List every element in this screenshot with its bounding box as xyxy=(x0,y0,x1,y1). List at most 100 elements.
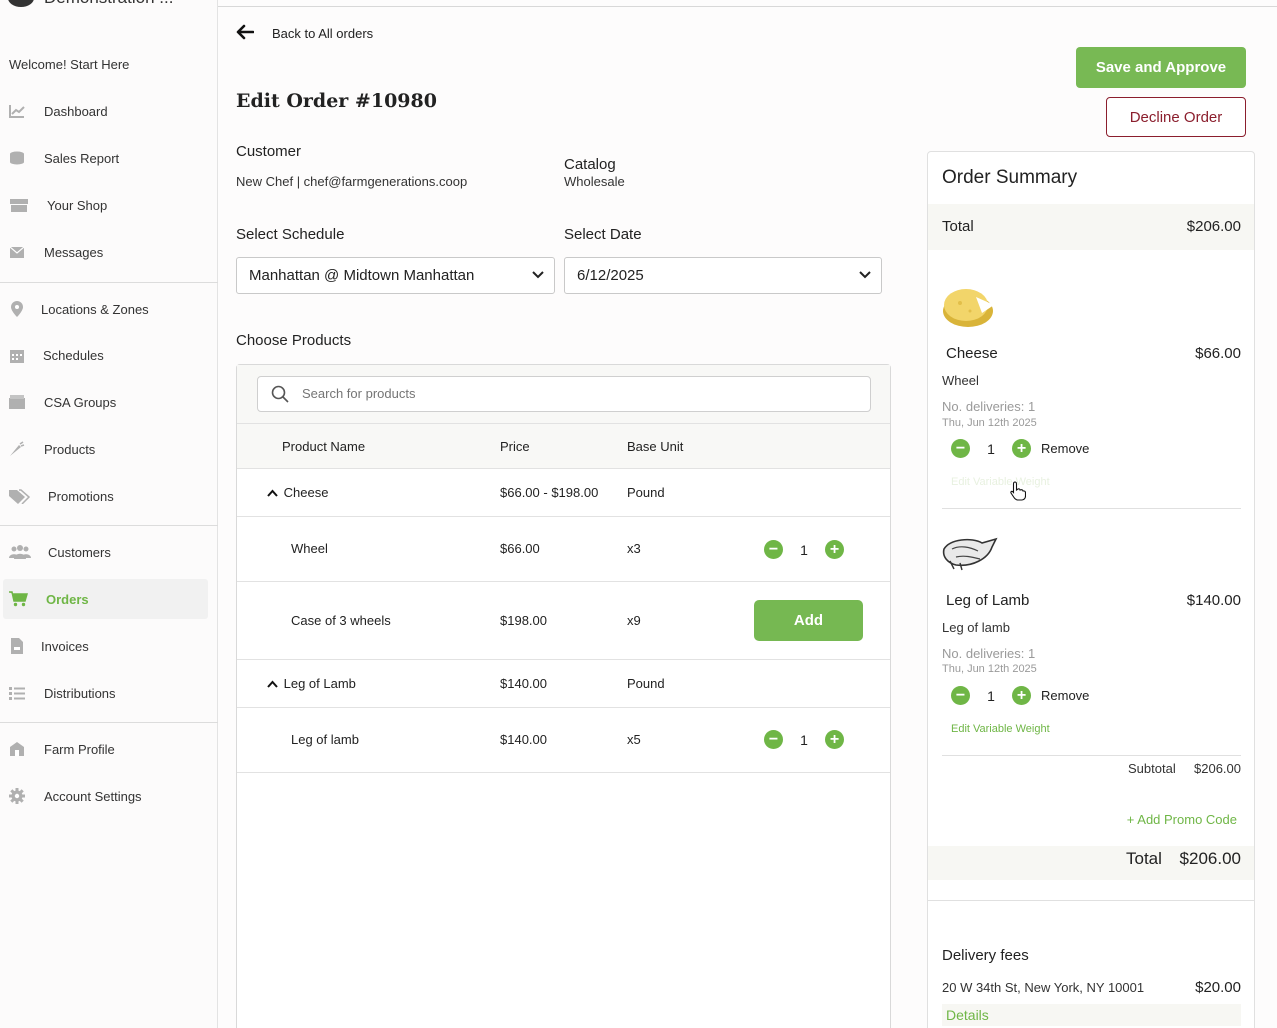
minus-icon[interactable]: − xyxy=(764,730,783,749)
app-root: Demonstration ... Welcome! Start Here Da… xyxy=(0,0,1277,1028)
decline-order-button[interactable]: Decline Order xyxy=(1106,97,1246,137)
column-header-base-unit: Base Unit xyxy=(627,439,684,454)
sidebar-item-csa-groups[interactable]: CSA Groups xyxy=(0,382,218,422)
order-summary: Order Summary Total $206.00 Cheese $66.0… xyxy=(927,151,1255,1028)
edit-variable-weight-link[interactable]: Edit Variable Weight xyxy=(951,723,1050,735)
calendar-icon xyxy=(9,347,25,363)
sidebar-divider xyxy=(0,282,218,283)
sidebar-item-promotions[interactable]: Promotions xyxy=(0,476,218,516)
welcome-link[interactable]: Welcome! Start Here xyxy=(9,57,129,72)
chevron-down-icon xyxy=(859,268,871,282)
quantity-value: 1 xyxy=(987,687,995,704)
date-select[interactable]: 6/12/2025 xyxy=(564,257,882,294)
sidebar-item-dashboard[interactable]: Dashboard xyxy=(0,91,218,131)
minus-icon[interactable]: − xyxy=(951,439,970,458)
order-summary-title: Order Summary xyxy=(942,167,1078,188)
schedule-label: Select Schedule xyxy=(236,226,345,243)
plus-icon[interactable]: + xyxy=(825,540,844,559)
cart-icon xyxy=(9,591,29,607)
product-group-row[interactable]: Leg of Lamb $140.00 Pound xyxy=(237,660,890,708)
list-icon xyxy=(9,685,25,701)
sidebar-item-distributions[interactable]: Distributions xyxy=(0,673,218,713)
quantity-value: 1 xyxy=(800,731,808,748)
sidebar-item-account-settings[interactable]: Account Settings xyxy=(0,776,218,816)
sidebar-item-label: Distributions xyxy=(44,685,116,701)
plus-icon[interactable]: + xyxy=(1012,686,1031,705)
delivery-address: 20 W 34th St, New York, NY 10001 xyxy=(942,980,1145,995)
box-icon xyxy=(9,394,25,410)
sidebar-item-label: Invoices xyxy=(41,638,89,654)
variant-unit: x3 xyxy=(627,541,641,556)
column-header-product-name: Product Name xyxy=(282,439,366,454)
barn-icon xyxy=(9,741,25,757)
sidebar-item-label: Customers xyxy=(48,544,111,560)
catalog-label: Catalog xyxy=(564,156,616,173)
add-promo-code-link[interactable]: + Add Promo Code xyxy=(1127,812,1237,827)
product-search[interactable] xyxy=(257,376,871,412)
sidebar-divider xyxy=(0,525,218,526)
quantity-value: 1 xyxy=(987,440,995,457)
sidebar-item-products[interactable]: Products xyxy=(0,429,218,469)
summary-item-variant: Leg of lamb xyxy=(942,620,1010,635)
edit-variable-weight-link[interactable]: Edit Variable Weight xyxy=(951,476,1050,488)
arrow-left-icon xyxy=(236,24,255,42)
sidebar-item-messages[interactable]: Messages xyxy=(0,232,218,272)
sidebar-item-label: Your Shop xyxy=(47,197,108,213)
quantity-stepper: − 1 + xyxy=(764,730,844,749)
tags-icon xyxy=(9,488,31,504)
sidebar-divider xyxy=(0,722,218,723)
schedule-select[interactable]: Manhattan @ Midtown Manhattan xyxy=(236,257,555,294)
choose-products-label: Choose Products xyxy=(236,332,352,349)
save-and-approve-button[interactable]: Save and Approve xyxy=(1076,47,1246,88)
remove-item-link[interactable]: Remove xyxy=(1041,441,1089,456)
top-divider xyxy=(218,6,1277,7)
brand[interactable]: Demonstration ... xyxy=(8,0,173,8)
gear-icon xyxy=(9,788,25,804)
quantity-stepper: − 1 + xyxy=(764,540,844,559)
minus-icon[interactable]: − xyxy=(951,686,970,705)
sidebar-item-locations[interactable]: Locations & Zones xyxy=(0,289,218,329)
sidebar-item-customers[interactable]: Customers xyxy=(0,532,218,572)
sidebar: Demonstration ... Welcome! Start Here Da… xyxy=(0,0,218,1028)
summary-item-deliveries: No. deliveries: 1 xyxy=(942,399,1036,414)
variant-price: $66.00 xyxy=(500,541,540,556)
subtotal-value: $206.00 xyxy=(1194,761,1241,776)
summary-quantity-stepper: − 1 + Remove xyxy=(951,686,1089,705)
details-band: Details xyxy=(942,1004,1241,1026)
chevron-down-icon xyxy=(532,268,544,282)
envelope-icon xyxy=(9,244,25,260)
search-bar xyxy=(237,365,890,423)
add-product-button[interactable]: Add xyxy=(754,600,863,641)
plus-icon[interactable]: + xyxy=(825,730,844,749)
summary-quantity-stepper: − 1 + Remove xyxy=(951,439,1089,458)
plus-icon[interactable]: + xyxy=(1012,439,1031,458)
product-group-name: Leg of Lamb xyxy=(267,676,356,691)
variant-unit: x9 xyxy=(627,613,641,628)
lamb-thumbnail xyxy=(942,535,998,576)
sidebar-item-orders[interactable]: Orders xyxy=(3,579,208,619)
variant-unit: x5 xyxy=(627,732,641,747)
sidebar-item-your-shop[interactable]: Your Shop xyxy=(0,185,218,225)
product-variant-row: Case of 3 wheels $198.00 x9 Add xyxy=(237,582,890,660)
users-icon xyxy=(9,544,31,560)
search-input[interactable] xyxy=(302,386,802,401)
delivery-details-link[interactable]: Details xyxy=(946,1007,989,1023)
sidebar-item-invoices[interactable]: Invoices xyxy=(0,626,218,666)
sidebar-item-schedules[interactable]: Schedules xyxy=(0,335,218,375)
brand-name: Demonstration ... xyxy=(44,0,173,8)
back-link[interactable]: Back to All orders xyxy=(236,24,373,42)
customer-label: Customer xyxy=(236,143,302,160)
variant-name: Leg of lamb xyxy=(291,732,359,747)
product-unit: Pound xyxy=(627,676,665,691)
back-label: Back to All orders xyxy=(272,25,374,41)
minus-icon[interactable]: − xyxy=(764,540,783,559)
quantity-value: 1 xyxy=(800,541,808,558)
remove-item-link[interactable]: Remove xyxy=(1041,688,1089,703)
sidebar-item-sales-report[interactable]: Sales Report xyxy=(0,138,218,178)
product-group-name: Cheese xyxy=(267,485,328,500)
product-group-row[interactable]: Cheese $66.00 - $198.00 Pound xyxy=(237,469,890,517)
sidebar-item-farm-profile[interactable]: Farm Profile xyxy=(0,729,218,769)
summary-item-name: Cheese xyxy=(946,345,998,362)
page-title: Edit Order #10980 xyxy=(236,90,437,112)
store-icon xyxy=(9,197,29,213)
